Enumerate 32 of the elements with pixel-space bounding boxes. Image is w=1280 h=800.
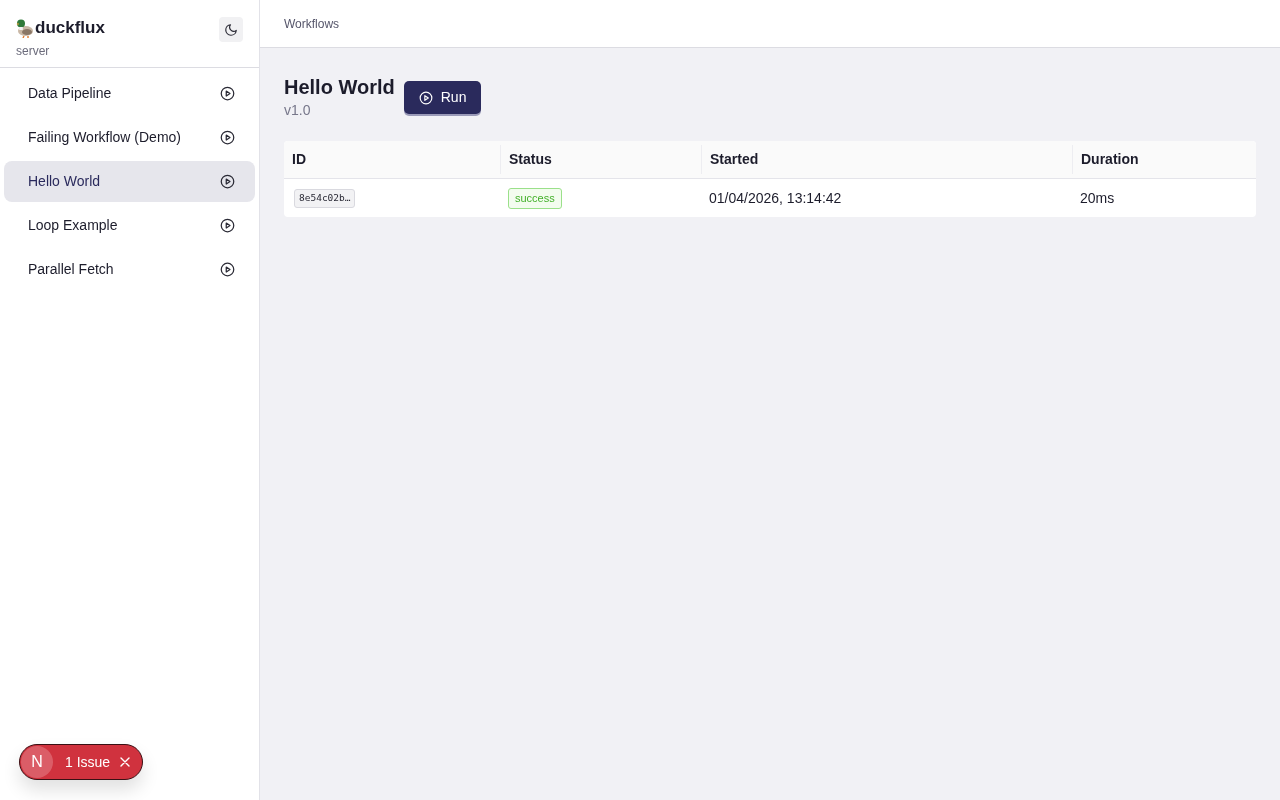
run-button[interactable]: Run bbox=[403, 81, 482, 114]
column-header: Started bbox=[710, 150, 759, 169]
table-cell-text: 01/04/2026, 13:14:42 bbox=[709, 188, 842, 208]
status-badge: success bbox=[508, 187, 562, 209]
sidebar-item[interactable]: Parallel Fetch bbox=[4, 248, 255, 290]
breadcrumb-link[interactable]: Workflows bbox=[284, 14, 340, 33]
sidebar-item[interactable]: Failing Workflow (Demo) bbox=[4, 116, 255, 158]
theme-toggle-button[interactable] bbox=[219, 17, 243, 42]
column-header: Duration bbox=[1081, 150, 1139, 169]
workflow-version: v1.0 bbox=[284, 101, 312, 119]
brand-subtitle: server bbox=[16, 44, 51, 58]
run-id: 8e54c02b… bbox=[294, 188, 356, 208]
brand-name: duckflux bbox=[35, 18, 105, 38]
sidebar-item[interactable]: Loop Example bbox=[4, 204, 255, 246]
sidebar-item[interactable]: Hello World bbox=[4, 160, 255, 202]
play-circle-icon[interactable] bbox=[220, 85, 235, 101]
sidebar-item[interactable]: Data Pipeline bbox=[4, 72, 255, 114]
column-header: ID bbox=[292, 150, 306, 169]
play-circle-icon[interactable] bbox=[220, 217, 235, 233]
play-circle-icon[interactable] bbox=[220, 173, 235, 189]
workflow-title: Hello World bbox=[284, 75, 395, 100]
issues-badge[interactable]: N 1 Issue bbox=[19, 744, 144, 780]
play-circle-icon[interactable] bbox=[220, 261, 235, 277]
moon-icon bbox=[224, 22, 238, 37]
column-header: Status bbox=[509, 150, 552, 169]
close-icon[interactable] bbox=[120, 757, 131, 767]
issues-logo: N bbox=[21, 746, 53, 778]
duck-logo-icon bbox=[16, 18, 34, 38]
issues-count: 1 Issue bbox=[65, 752, 111, 772]
play-circle-icon bbox=[418, 90, 433, 105]
table-cell-text: 20ms bbox=[1080, 188, 1115, 208]
play-circle-icon[interactable] bbox=[220, 129, 235, 145]
